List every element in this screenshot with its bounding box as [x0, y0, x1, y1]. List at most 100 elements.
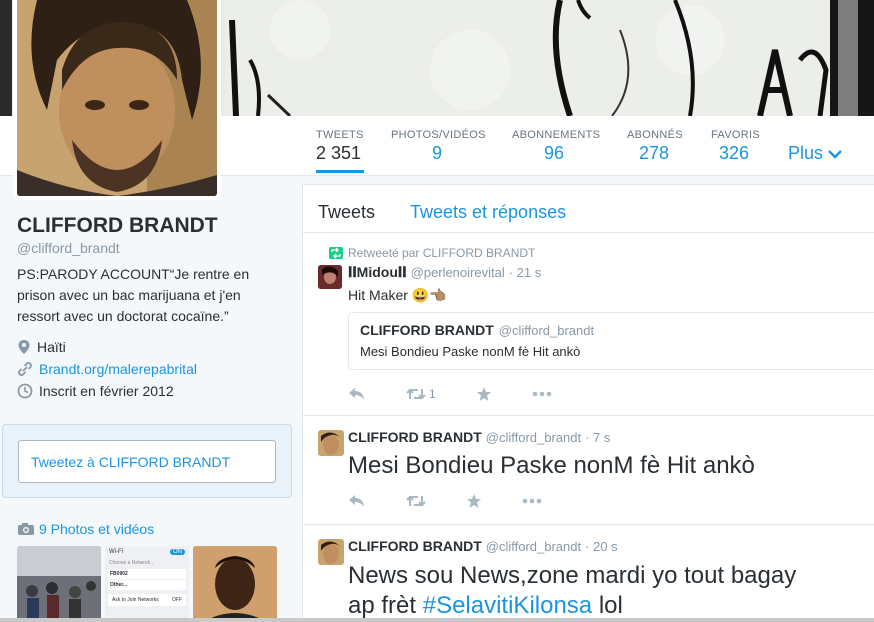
- favorite-button[interactable]: [466, 493, 482, 509]
- avatar-photo: [17, 0, 217, 196]
- tweet-item[interactable]: CLIFFORD BRANDT @clifford_brandt · 7 s M…: [303, 416, 874, 525]
- tweet-author-handle[interactable]: @clifford_brandt: [486, 539, 581, 554]
- tweet-item[interactable]: Retweeté par CLIFFORD BRANDT 𝐈𝐈Midou𝐈𝐈 @…: [303, 233, 874, 416]
- avatar-image: [318, 430, 344, 456]
- quoted-tweet-text: Mesi Bondieu Paske nonM fè Hit ankò: [360, 344, 581, 359]
- tweet-text-line: News sou News,zone mardi yo tout bagay: [348, 562, 797, 589]
- tweet-text: Mesi Bondieu Paske nonM fè Hit ankò: [348, 452, 755, 479]
- stat-abonnements[interactable]: ABONNEMENTS 96: [512, 129, 600, 164]
- taskbar-strip: [0, 618, 874, 622]
- quoted-tweet[interactable]: CLIFFORD BRANDT @clifford_brandt Mesi Bo…: [348, 312, 874, 370]
- avatar[interactable]: [318, 539, 344, 565]
- photo-crowd-image: [17, 546, 101, 622]
- profile-handle[interactable]: @clifford_brandt: [17, 240, 287, 256]
- more-actions-button[interactable]: [532, 391, 552, 397]
- more-label: Plus: [788, 143, 824, 163]
- stat-label: PHOTOS/VIDÉOS: [391, 129, 486, 141]
- stat-value: 2 351: [316, 143, 362, 163]
- timeline-tabs: Tweets Tweets et réponses: [303, 185, 874, 233]
- photos-videos-label: 9 Photos et vidéos: [39, 521, 155, 537]
- reply-icon: [349, 388, 364, 400]
- thumb-network-other: Other...: [108, 580, 186, 590]
- retweet-button[interactable]: 1: [406, 387, 436, 401]
- tweet-text-fragment: ap frèt: [348, 592, 423, 619]
- tweet-text: News sou News,zone mardi yo tout bagay a…: [348, 561, 868, 621]
- stat-value: 278: [639, 143, 670, 163]
- more-dropdown-button[interactable]: Plus: [788, 143, 842, 164]
- retweet-context-label: Retweeté par CLIFFORD BRANDT: [348, 246, 536, 260]
- thumb-on-toggle: ON: [170, 549, 185, 555]
- tweet-timestamp[interactable]: · 21 s: [509, 265, 542, 280]
- tweet-text-fragment: lol: [592, 592, 623, 619]
- avatar[interactable]: [318, 430, 344, 456]
- profile-avatar[interactable]: [13, 0, 221, 200]
- tweet-header: CLIFFORD BRANDT @clifford_brandt · 7 s: [348, 429, 610, 445]
- reply-button[interactable]: [348, 387, 366, 401]
- tweet-timeline: Tweets Tweets et réponses Retweeté par C…: [302, 184, 874, 622]
- thumb-wifi-row: Wi-Fi ON: [105, 546, 189, 558]
- thumb-choose-network: Choose a Network...: [109, 560, 155, 566]
- tab-tweets-replies[interactable]: Tweets et réponses: [410, 202, 566, 223]
- stat-value: 326: [719, 143, 750, 163]
- tweet-header: 𝐈𝐈Midou𝐈𝐈 @perlenoirevital · 21 s: [348, 264, 541, 281]
- stat-label: ABONNEMENTS: [512, 129, 601, 141]
- camera-icon: [18, 523, 34, 535]
- profile-location: Haïti: [37, 339, 66, 355]
- stat-tweets[interactable]: TWEETS 2 351: [316, 129, 364, 173]
- photo-portrait-image: [193, 546, 277, 622]
- thumb-network-fb: FB0902: [108, 569, 186, 579]
- photo-thumbnail-crowd[interactable]: [17, 546, 101, 622]
- tweet-text-line: ap frèt #SelavitiKilonsa lol: [348, 591, 868, 621]
- stat-photos-videos[interactable]: PHOTOS/VIDÉOS 9: [391, 129, 486, 164]
- tweet-author-name[interactable]: 𝐈𝐈Midou𝐈𝐈: [348, 264, 407, 281]
- profile-card: CLIFFORD BRANDT @clifford_brandt PS:PARO…: [17, 214, 287, 399]
- hashtag-link[interactable]: #SelavitiKilonsa: [423, 592, 592, 619]
- tweet-timestamp[interactable]: · 7 s: [585, 430, 610, 445]
- tweet-text: Hit Maker 😃👈🏽: [348, 287, 447, 303]
- retweet-count: 1: [429, 387, 436, 401]
- retweet-button[interactable]: [406, 494, 426, 508]
- profile-bio: PS:PARODY ACCOUNT“Je rentre en prison av…: [17, 266, 250, 324]
- tweet-author-handle[interactable]: @clifford_brandt: [486, 430, 581, 445]
- profile-name[interactable]: CLIFFORD BRANDT: [17, 214, 287, 238]
- ellipsis-icon: [522, 498, 542, 504]
- stat-label: ABONNÉS: [627, 129, 683, 141]
- thumb-ask-label: Ask to Join Networks: [112, 597, 159, 603]
- photos-videos-header[interactable]: 9 Photos et vidéos: [17, 521, 154, 537]
- tweet-actions: [348, 493, 582, 509]
- photo-thumbnail-portrait[interactable]: [193, 546, 277, 622]
- profile-joined-date: Inscrit en février 2012: [39, 383, 174, 399]
- profile-joined-row: Inscrit en février 2012: [17, 383, 287, 399]
- tweet-header: CLIFFORD BRANDT @clifford_brandt · 20 s: [348, 538, 618, 554]
- stat-favoris[interactable]: FAVORIS 326: [711, 129, 760, 164]
- retweet-icon: [406, 388, 426, 400]
- thumb-off-toggle: OFF: [172, 597, 182, 603]
- tweet-item[interactable]: CLIFFORD BRANDT @clifford_brandt · 20 s …: [303, 525, 874, 621]
- stat-value: 96: [544, 143, 565, 163]
- thumb-ask-row: Ask to Join Networks OFF: [108, 594, 186, 606]
- tweet-actions: 1: [348, 386, 592, 402]
- tab-tweets[interactable]: Tweets: [318, 202, 375, 223]
- chevron-down-icon: [828, 150, 842, 159]
- retweet-icon: [406, 495, 426, 507]
- tweet-author-name[interactable]: CLIFFORD BRANDT: [348, 429, 482, 445]
- retweet-badge-icon: [329, 247, 343, 259]
- stat-abonnes[interactable]: ABONNÉS 278: [627, 129, 683, 164]
- location-pin-icon: [18, 340, 30, 354]
- favorite-button[interactable]: [476, 386, 492, 402]
- link-icon: [17, 361, 33, 377]
- thumb-wifi-label: Wi-Fi: [109, 549, 123, 555]
- profile-website-link[interactable]: Brandt.org/malerepabrital: [39, 361, 197, 377]
- more-actions-button[interactable]: [522, 498, 542, 504]
- tweet-author-handle[interactable]: @perlenoirevital: [411, 265, 505, 280]
- tweet-timestamp[interactable]: · 20 s: [585, 539, 618, 554]
- photo-thumbnail-wifi-settings[interactable]: Wi-Fi ON Choose a Network... FB0902 Othe…: [105, 546, 189, 622]
- tweet-to-input[interactable]: Tweetez à CLIFFORD BRANDT: [18, 440, 276, 483]
- profile-location-row: Haïti: [17, 339, 287, 355]
- avatar[interactable]: [318, 265, 342, 289]
- tweet-author-name[interactable]: CLIFFORD BRANDT: [348, 538, 482, 554]
- reply-button[interactable]: [348, 494, 366, 508]
- quoted-tweet-handle: @clifford_brandt: [498, 323, 595, 338]
- avatar-image: [318, 539, 344, 565]
- profile-website-row: Brandt.org/malerepabrital: [17, 361, 287, 377]
